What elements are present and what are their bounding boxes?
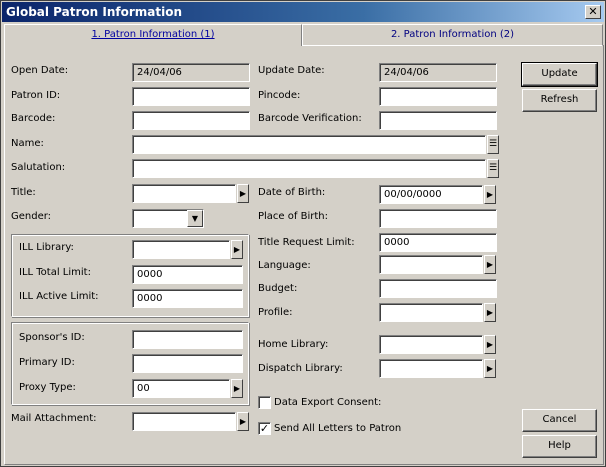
- tab-label: 2. Patron Information (2): [390, 29, 515, 40]
- refresh-button[interactable]: Refresh: [522, 89, 597, 112]
- barcode-verification-field[interactable]: [379, 111, 497, 130]
- pincode-field[interactable]: [379, 87, 497, 106]
- update-date-field: 24/04/06: [379, 63, 497, 82]
- title-request-limit-label: Title Request Limit:: [258, 237, 355, 248]
- mail-attachment-label: Mail Attachment:: [11, 413, 97, 424]
- title-lookup-arrow-icon[interactable]: ▶: [237, 184, 249, 203]
- profile-arrow-icon[interactable]: ▶: [484, 303, 496, 322]
- name-label: Name:: [11, 138, 44, 149]
- close-icon[interactable]: ✕: [585, 5, 601, 19]
- dispatch-library-label: Dispatch Library:: [258, 363, 343, 374]
- title-request-limit-field[interactable]: 0000: [379, 233, 497, 252]
- name-memo-icon[interactable]: ☰: [487, 135, 499, 154]
- barcode-field[interactable]: [132, 111, 250, 130]
- gender-label: Gender:: [11, 211, 52, 222]
- primary-id-field[interactable]: [132, 354, 243, 373]
- language-arrow-icon[interactable]: ▶: [484, 255, 496, 274]
- mail-attachment-field[interactable]: [132, 412, 236, 431]
- gender-dropdown-icon[interactable]: ▼: [187, 210, 203, 227]
- dispatch-library-field[interactable]: [379, 359, 483, 378]
- patron-id-label: Patron ID:: [11, 90, 61, 101]
- barcode-label: Barcode:: [11, 113, 56, 124]
- ill-library-field[interactable]: [132, 240, 230, 259]
- proxy-type-label: Proxy Type:: [19, 382, 76, 393]
- send-all-letters-checkbox[interactable]: ✓: [258, 422, 271, 435]
- update-date-label: Update Date:: [258, 65, 325, 76]
- budget-label: Budget:: [258, 283, 298, 294]
- title-bar: Global Patron Information ✕: [2, 2, 604, 22]
- home-library-field[interactable]: [379, 335, 483, 354]
- window-title: Global Patron Information: [6, 5, 183, 19]
- place-of-birth-field[interactable]: [379, 209, 497, 228]
- tab-label: 1. Patron Information (1): [91, 29, 215, 40]
- ill-library-arrow-icon[interactable]: ▶: [231, 240, 243, 259]
- date-of-birth-label: Date of Birth:: [258, 187, 326, 198]
- send-all-letters-label: Send All Letters to Patron: [274, 423, 402, 434]
- ill-total-limit-field[interactable]: 0000: [132, 265, 243, 284]
- date-of-birth-arrow-icon[interactable]: ▶: [484, 185, 496, 204]
- ill-active-limit-field[interactable]: 0000: [132, 289, 243, 308]
- mail-attachment-arrow-icon[interactable]: ▶: [237, 412, 249, 431]
- sponsor-id-field[interactable]: [132, 330, 243, 349]
- language-label: Language:: [258, 260, 311, 271]
- title-label: Title:: [11, 187, 36, 198]
- proxy-type-field[interactable]: 00: [132, 379, 230, 398]
- language-field[interactable]: [379, 255, 483, 274]
- profile-field[interactable]: [379, 303, 483, 322]
- dispatch-library-arrow-icon[interactable]: ▶: [484, 359, 496, 378]
- data-export-consent-label: Data Export Consent:: [274, 397, 382, 408]
- help-button[interactable]: Help: [522, 435, 597, 458]
- salutation-field[interactable]: [132, 159, 486, 178]
- sponsor-id-label: Sponsor's ID:: [19, 332, 85, 343]
- tab-patron-info-2[interactable]: 2. Patron Information (2): [302, 24, 603, 46]
- home-library-label: Home Library:: [258, 339, 329, 350]
- date-of-birth-field[interactable]: 00/00/0000: [379, 185, 483, 204]
- ill-active-limit-label: ILL Active Limit:: [19, 291, 99, 302]
- name-field[interactable]: [132, 135, 486, 154]
- ill-total-limit-label: ILL Total Limit:: [19, 267, 91, 278]
- home-library-arrow-icon[interactable]: ▶: [484, 335, 496, 354]
- place-of-birth-label: Place of Birth:: [258, 211, 328, 222]
- barcode-verification-label: Barcode Verification:: [258, 113, 362, 124]
- dialog-window: Global Patron Information ✕ 1. Patron In…: [0, 0, 606, 467]
- primary-id-label: Primary ID:: [19, 357, 75, 368]
- budget-field[interactable]: [379, 279, 497, 298]
- salutation-memo-icon[interactable]: ☰: [487, 159, 499, 178]
- data-export-consent-checkbox[interactable]: [258, 396, 271, 409]
- profile-label: Profile:: [258, 307, 293, 318]
- open-date-label: Open Date:: [11, 65, 69, 76]
- patron-id-field[interactable]: [132, 87, 250, 106]
- open-date-field: 24/04/06: [132, 63, 250, 82]
- ill-library-label: ILL Library:: [19, 242, 74, 253]
- title-field[interactable]: [132, 184, 236, 203]
- tab-patron-info-1[interactable]: 1. Patron Information (1): [4, 24, 302, 46]
- salutation-label: Salutation:: [11, 162, 66, 173]
- update-button[interactable]: Update: [521, 62, 598, 87]
- pincode-label: Pincode:: [258, 90, 301, 101]
- proxy-type-arrow-icon[interactable]: ▶: [231, 379, 243, 398]
- cancel-button[interactable]: Cancel: [522, 409, 597, 432]
